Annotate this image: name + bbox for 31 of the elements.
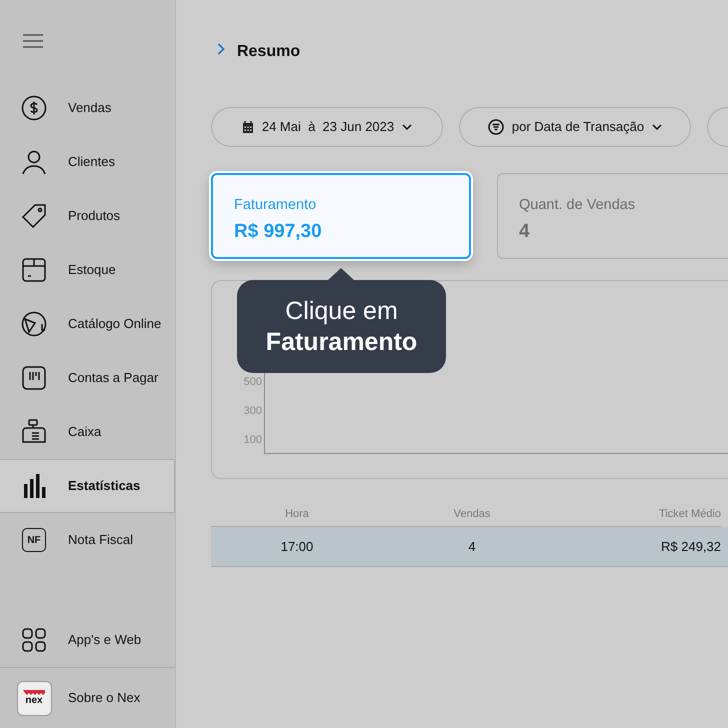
sidebar-item[interactable]: Produtos — [0, 189, 175, 243]
sidebar-item[interactable]: NF Nota Fiscal — [0, 513, 175, 567]
sidebar-item[interactable]: Estatísticas — [0, 459, 175, 513]
table-cell-text: 4 — [467, 538, 477, 556]
sidebar-item[interactable]: Catálogo Online — [0, 297, 175, 351]
card-value: 4 — [519, 220, 531, 244]
card-title: Faturamento — [234, 196, 318, 215]
axis-label: 100 — [244, 433, 262, 448]
axis-label: 300 — [244, 404, 262, 419]
filter-dropdown[interactable]: por Data de Transação — [459, 107, 691, 147]
sidebar-item[interactable]: App's e Web — [0, 613, 175, 667]
sidebar-item[interactable]: Caixa — [0, 405, 175, 459]
sidebar-item[interactable]: Estoque — [0, 243, 175, 297]
column-header: Hora — [284, 507, 310, 522]
nf-icon: NF — [22, 528, 46, 552]
sidebar-item[interactable]: Contas a Pagar — [0, 351, 175, 405]
sidebar-item[interactable]: Clientes — [0, 135, 175, 189]
column-header: Vendas — [452, 507, 492, 522]
table-cell-text: R$ 249,32 — [660, 538, 721, 556]
axis-label: 500 — [244, 375, 262, 390]
card-title: Quant. de Vendas — [519, 196, 636, 215]
sidebar-item[interactable]: Vendas — [0, 81, 175, 135]
table-cell-text: 17:00 — [280, 538, 314, 556]
page-title: Resumo — [237, 42, 300, 62]
tooltip-text: Clique em Faturamento — [266, 296, 418, 358]
sidebar-item[interactable]: nex Sobre o Nex — [0, 680, 140, 716]
table-row[interactable]: 17:00 4 R$ 249,32 — [211, 527, 728, 567]
column-header: Ticket Médio — [658, 507, 721, 522]
card-value: R$ 997,30 — [234, 220, 323, 244]
filter-dropdown[interactable]: 24 Mai à 23 Jun 2023 — [211, 107, 443, 147]
nex-logo: nex — [16, 680, 52, 716]
